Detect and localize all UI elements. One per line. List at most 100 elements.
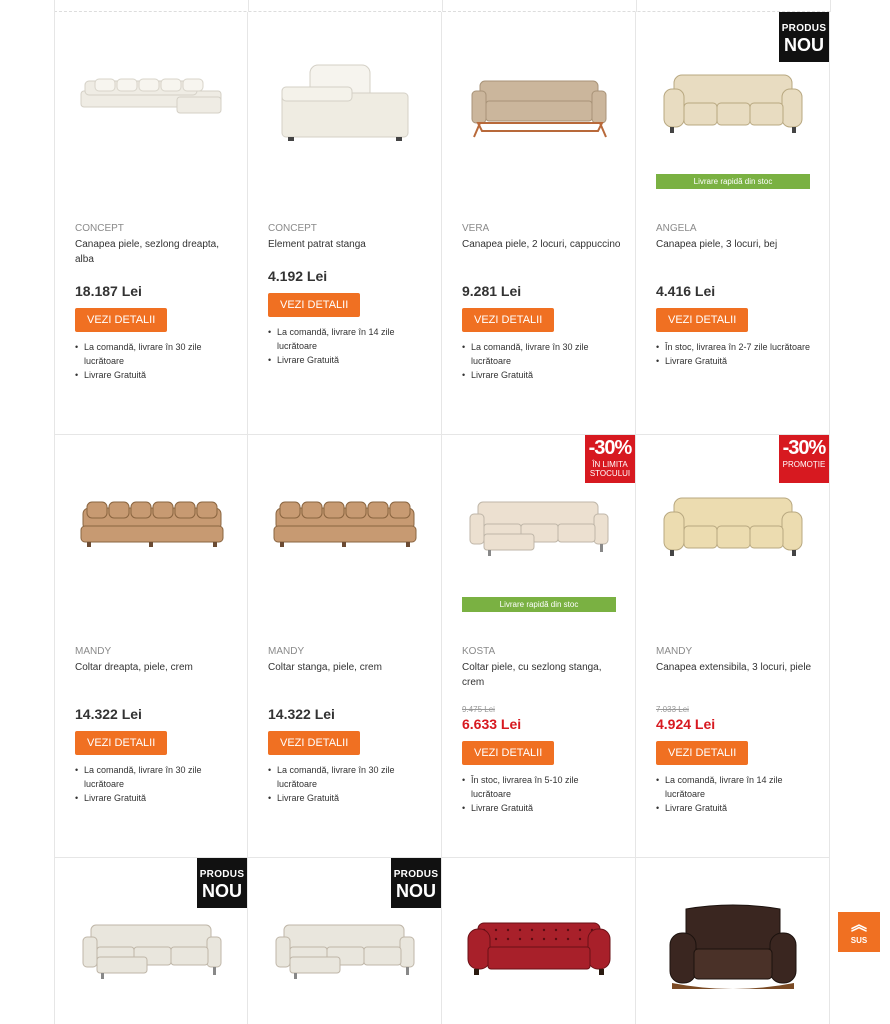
scroll-to-top-button[interactable]: ︽ SUS — [838, 912, 880, 952]
product-brand: MANDY — [656, 646, 693, 657]
badge-line1: PRODUS — [199, 869, 245, 880]
product-grid: CONCEPT Canapea piele, sezlong dreapta, … — [54, 12, 830, 1024]
product-image[interactable] — [454, 888, 624, 1008]
product-image[interactable] — [648, 888, 818, 1008]
discount-percent: -30% — [588, 437, 633, 459]
feature-item: La comandă, livrare în 14 zile lucrătoar… — [656, 773, 815, 801]
new-product-badge: PRODUS NOU — [197, 858, 247, 908]
details-button[interactable]: VEZI DETALII — [268, 731, 361, 755]
product-image[interactable] — [454, 465, 624, 585]
product-name[interactable]: Canapea piele, sezlong dreapta, alba — [75, 237, 233, 282]
product-card[interactable]: CONCEPT Canapea piele, sezlong dreapta, … — [54, 12, 248, 435]
feature-list: În stoc, livrarea în 5-10 zile lucrătoar… — [462, 773, 621, 815]
feature-item: Livrare Gratuită — [75, 368, 233, 382]
new-product-badge: PRODUS NOU — [391, 858, 441, 908]
feature-list: La comandă, livrare în 30 zile lucrătoar… — [462, 340, 621, 382]
details-button[interactable]: VEZI DETALII — [656, 741, 749, 765]
feature-item: La comandă, livrare în 14 zile lucrătoar… — [268, 325, 427, 353]
feature-item: Livrare Gratuită — [656, 801, 815, 815]
discount-label: ÎN LIMITA STOCULUI — [589, 460, 631, 478]
badge-line1: PRODUS — [393, 869, 439, 880]
discount-label: PROMOȚIE — [782, 460, 826, 469]
badge-line2: NOU — [784, 35, 824, 55]
product-card[interactable]: -30% PROMOȚIE MANDY Canapea extensibila,… — [636, 435, 830, 858]
top-strip — [54, 0, 831, 12]
product-brand: CONCEPT — [75, 223, 124, 234]
feature-item: La comandă, livrare în 30 zile lucrătoar… — [268, 763, 427, 791]
badge-line2: NOU — [202, 881, 242, 901]
product-card[interactable]: MANDY Coltar stanga, piele, crem 14.322 L… — [248, 435, 442, 858]
product-info: CONCEPT Canapea piele, sezlong dreapta, … — [75, 223, 233, 382]
details-button[interactable]: VEZI DETALII — [462, 308, 555, 332]
discount-percent: -30% — [782, 437, 827, 459]
product-brand: CONCEPT — [268, 223, 317, 234]
badge-line1: PRODUS — [781, 23, 827, 34]
product-brand: ANGELA — [656, 223, 697, 234]
details-button[interactable]: VEZI DETALII — [462, 741, 555, 765]
product-image[interactable] — [648, 465, 818, 585]
product-name[interactable]: Canapea piele, 3 locuri, bej — [656, 237, 815, 282]
product-name[interactable]: Canapea piele, 2 locuri, cappuccino — [462, 237, 621, 282]
product-image[interactable] — [260, 465, 430, 585]
product-card[interactable]: PRODUS NOU — [54, 858, 248, 1024]
product-card[interactable]: CONCEPT Element patrat stanga 4.192 Lei VE… — [248, 12, 442, 435]
product-name[interactable]: Coltar stanga, piele, crem — [268, 660, 427, 705]
product-brand: MANDY — [268, 646, 305, 657]
feature-list: La comandă, livrare în 30 zile lucrătoar… — [268, 763, 427, 805]
product-info: MANDY Coltar stanga, piele, crem 14.322 L… — [268, 646, 427, 805]
product-card[interactable] — [636, 858, 830, 1024]
product-name[interactable]: Element patrat stanga — [268, 237, 427, 267]
product-name[interactable]: Canapea extensibila, 3 locuri, piele — [656, 660, 815, 705]
double-chevron-up-icon: ︽ — [850, 917, 867, 934]
product-card[interactable]: MANDY Coltar dreapta, piele, crem 14.322 … — [54, 435, 248, 858]
product-image[interactable] — [67, 465, 237, 585]
product-card[interactable] — [442, 858, 636, 1024]
old-price: 7.033 Lei — [656, 705, 689, 714]
product-price: 14.322 Lei — [75, 706, 142, 722]
product-image[interactable] — [67, 42, 237, 162]
details-button[interactable]: VEZI DETALII — [656, 308, 749, 332]
product-price: 4.416 Lei — [656, 283, 716, 299]
feature-item: Livrare Gratuită — [462, 801, 621, 815]
new-product-badge: PRODUS NOU — [779, 12, 829, 62]
discount-badge: -30% ÎN LIMITA STOCULUI — [585, 435, 635, 483]
feature-item: În stoc, livrarea în 2-7 zile lucrătoare — [656, 340, 815, 354]
fast-delivery-banner: Livrare rapidă din stoc — [656, 174, 810, 189]
feature-item: La comandă, livrare în 30 zile lucrătoar… — [462, 340, 621, 368]
badge-line2: NOU — [396, 881, 436, 901]
product-info: CONCEPT Element patrat stanga 4.192 Lei VE… — [268, 223, 427, 367]
product-image[interactable] — [454, 42, 624, 162]
product-brand: MANDY — [75, 646, 112, 657]
product-image[interactable] — [260, 42, 430, 162]
scroll-to-top-label: SUS — [850, 936, 868, 945]
feature-list: La comandă, livrare în 14 zile lucrătoar… — [268, 325, 427, 367]
product-info: MANDY Coltar dreapta, piele, crem 14.322 … — [75, 646, 233, 805]
product-price: 4.192 Lei — [268, 268, 328, 284]
feature-item: Livrare Gratuită — [462, 368, 621, 382]
product-name[interactable]: Coltar piele, cu sezlong stanga, crem — [462, 660, 621, 705]
product-info: VERA Canapea piele, 2 locuri, cappuccino… — [462, 223, 621, 382]
product-card[interactable]: VERA Canapea piele, 2 locuri, cappuccino… — [442, 12, 636, 435]
feature-item: La comandă, livrare în 30 zile lucrătoar… — [75, 340, 233, 368]
details-button[interactable]: VEZI DETALII — [75, 731, 168, 755]
product-card[interactable]: -30% ÎN LIMITA STOCULUI Livrare rapidă di… — [442, 435, 636, 858]
product-price: 14.322 Lei — [268, 706, 335, 722]
fast-delivery-banner: Livrare rapidă din stoc — [462, 597, 616, 612]
feature-list: La comandă, livrare în 14 zile lucrătoar… — [656, 773, 815, 815]
details-button[interactable]: VEZI DETALII — [75, 308, 168, 332]
feature-item: La comandă, livrare în 30 zile lucrătoar… — [75, 763, 233, 791]
product-name[interactable]: Coltar dreapta, piele, crem — [75, 660, 233, 705]
product-price: 9.281 Lei — [462, 283, 522, 299]
feature-item: Livrare Gratuită — [75, 791, 233, 805]
product-price: 18.187 Lei — [75, 283, 142, 299]
product-info: KOSTA Coltar piele, cu sezlong stanga, c… — [462, 646, 621, 815]
feature-item: Livrare Gratuită — [268, 791, 427, 805]
old-price: 9.475 Lei — [462, 705, 495, 714]
product-info: ANGELA Canapea piele, 3 locuri, bej 4.416… — [656, 223, 815, 368]
product-info: MANDY Canapea extensibila, 3 locuri, pie… — [656, 646, 815, 815]
product-brand: VERA — [462, 223, 490, 234]
product-card[interactable]: PRODUS NOU — [248, 858, 442, 1024]
feature-item: Livrare Gratuită — [268, 353, 427, 367]
details-button[interactable]: VEZI DETALII — [268, 293, 361, 317]
product-card[interactable]: PRODUS NOU Livrare rapidă din stoc ANGELA… — [636, 12, 830, 435]
